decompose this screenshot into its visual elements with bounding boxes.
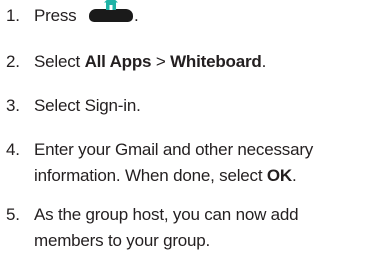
step-text: Select Sign-in. — [34, 96, 141, 115]
step-number: 2. — [6, 52, 20, 71]
separator: > — [151, 52, 171, 71]
home-button — [89, 0, 133, 22]
step-text: Press — [34, 6, 77, 25]
ok-label: OK — [266, 166, 292, 185]
step-text-line-2: information. When done, select OK. — [34, 166, 297, 185]
step-text-line-1: As the group host, you can now add — [34, 205, 299, 224]
step-text-end: . — [261, 52, 267, 71]
step-number: 1. — [6, 6, 20, 25]
step-text-end: . — [134, 6, 139, 25]
step-text-line-1: Enter your Gmail and other necessary — [34, 140, 314, 159]
step-number: 5. — [6, 205, 20, 224]
step-text-line-2: members to your group. — [34, 231, 211, 250]
home-icon — [104, 0, 118, 10]
all-apps-label: All Apps — [84, 52, 152, 71]
whiteboard-label: Whiteboard — [170, 52, 262, 71]
step-text: Select — [34, 52, 85, 71]
step-number: 3. — [6, 96, 20, 115]
step-number: 4. — [6, 140, 20, 159]
